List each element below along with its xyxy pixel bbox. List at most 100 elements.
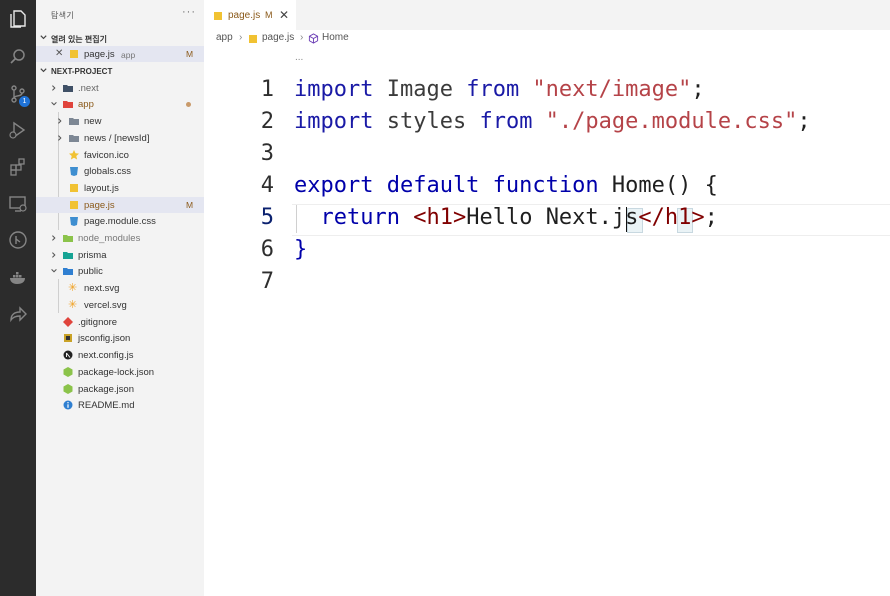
tree-item-page-js[interactable]: page.js M [36, 197, 204, 213]
tree-item-globals-css[interactable]: globals.css [36, 163, 204, 179]
tree-item-new-folder[interactable]: new [36, 113, 204, 129]
tree-item-next-folder[interactable]: .next [36, 80, 204, 96]
tree-item-jsconfig[interactable]: jsconfig.json [36, 330, 204, 346]
run-debug-icon[interactable] [8, 120, 28, 140]
tree-item-prisma[interactable]: prisma [36, 247, 204, 263]
live-share-icon[interactable] [8, 304, 28, 324]
code-line-4: export default function Home() { [294, 173, 718, 198]
jsx-tag: <h1> [413, 205, 467, 230]
chevron-right-icon: › [239, 32, 243, 43]
keyword: import [294, 77, 374, 102]
identifier: styles [373, 109, 480, 134]
tree-item-public[interactable]: public [36, 263, 204, 279]
nodejs-icon [63, 384, 73, 394]
line-number: 3 [260, 141, 274, 166]
breadcrumb-app[interactable]: app [216, 32, 233, 43]
tree-item-label: favicon.ico [84, 150, 129, 161]
tree-item-node-modules[interactable]: node_modules [36, 230, 204, 246]
keyword: from [466, 77, 520, 102]
chevron-down-icon [51, 269, 57, 273]
keyword: export default function [294, 173, 599, 198]
explorer-icon[interactable] [8, 9, 28, 29]
line-number: 7 [260, 269, 274, 294]
git-graph-icon[interactable] [8, 230, 28, 250]
git-icon [63, 317, 73, 327]
code-line-2: import styles from "./page.module.css"; [294, 109, 811, 134]
breadcrumb-file[interactable]: page.js [262, 32, 294, 43]
tree-item-readme[interactable]: README.md [36, 397, 204, 413]
tree-item-label: .next [78, 83, 99, 94]
tree-item-favicon[interactable]: favicon.ico [36, 147, 204, 163]
project-header[interactable]: NEXT-PROJECT [36, 63, 204, 79]
code-line-5: return <h1>Hello Next.js</h1>; [294, 205, 718, 230]
tree-item-label: package.json [78, 384, 134, 395]
tree-item-next-config[interactable]: next.config.js [36, 347, 204, 363]
chevron-right-icon [52, 252, 56, 258]
open-editor-folder: app [121, 50, 136, 60]
tree-item-label: prisma [78, 250, 107, 261]
string: "next/image" [519, 77, 692, 102]
open-editors-header[interactable]: 열려 있는 편집기 [36, 30, 204, 46]
more-actions-button[interactable]: ··· [182, 6, 196, 18]
tree-item-app-folder[interactable]: app [36, 96, 204, 112]
svg-file-icon: ✳ [68, 299, 78, 311]
docker-icon[interactable] [8, 268, 28, 288]
line-number: 6 [260, 237, 274, 262]
tab-close-icon[interactable]: ✕ [279, 8, 289, 22]
tree-item-vercel-svg[interactable]: ✳ vercel.svg [36, 297, 204, 313]
breadcrumb-symbol[interactable]: Home [322, 32, 349, 43]
code-editor[interactable]: ... 1 2 3 4 5 6 7 import Image from "nex… [204, 48, 890, 596]
nodejs-icon [63, 367, 73, 377]
punctuation: ; [797, 109, 811, 134]
source-control-badge: 1 [19, 96, 30, 107]
css-file-icon [70, 167, 78, 176]
keyword: from [479, 109, 533, 134]
tree-item-news-folder[interactable]: news / [newsId] [36, 130, 204, 146]
open-editor-filename: page.js [84, 49, 115, 60]
tree-item-page-module-css[interactable]: page.module.css [36, 213, 204, 229]
config-file-icon [64, 334, 72, 342]
line-number: 2 [260, 109, 274, 134]
remote-explorer-icon[interactable] [8, 194, 28, 214]
svg-file-icon: ✳ [68, 282, 78, 294]
tree-item-label: globals.css [84, 166, 131, 177]
open-editor-item[interactable]: ✕ page.js app M [36, 46, 204, 62]
tree-item-package-lock[interactable]: package-lock.json [36, 364, 204, 380]
tree-item-package-json[interactable]: package.json [36, 381, 204, 397]
folder-node-icon [63, 235, 73, 242]
folder-prisma-icon [63, 252, 73, 259]
punctuation: ; [691, 77, 705, 102]
folder-icon [63, 85, 73, 92]
nextjs-icon [63, 350, 73, 360]
keyword: return [320, 205, 400, 230]
line-number: 1 [260, 77, 274, 102]
tree-item-label: next.config.js [78, 350, 134, 361]
tree-item-label: vercel.svg [84, 300, 127, 311]
tree-item-layout-js[interactable]: layout.js [36, 180, 204, 196]
punctuation: () { [664, 173, 718, 198]
punctuation: } [294, 237, 308, 262]
explorer-title: 탐색기 [51, 11, 74, 20]
tree-item-label: layout.js [84, 183, 119, 194]
code-line-1: import Image from "next/image"; [294, 77, 705, 102]
folder-icon [69, 118, 79, 125]
keyword: import [294, 109, 374, 134]
css-file-icon [70, 217, 78, 226]
extensions-icon[interactable] [8, 157, 28, 177]
tab-page-js[interactable]: page.js M ✕ [204, 0, 296, 30]
info-icon [63, 400, 73, 410]
modified-badge: M [186, 200, 194, 210]
chevron-right-icon [58, 135, 62, 141]
folder-icon [69, 135, 79, 142]
activity-bar: 1 [0, 0, 36, 596]
close-icon[interactable]: ✕ [55, 48, 63, 59]
search-icon[interactable] [8, 47, 28, 67]
fold-hint: ... [295, 52, 304, 63]
tree-item-next-svg[interactable]: ✳ next.svg [36, 280, 204, 296]
string: "./page.module.css" [532, 109, 798, 134]
open-editors-label: 열려 있는 편집기 [51, 35, 107, 44]
tab-modified-badge: M [265, 10, 273, 20]
chevron-down-icon [40, 35, 47, 40]
tree-item-gitignore[interactable]: .gitignore [36, 314, 204, 330]
